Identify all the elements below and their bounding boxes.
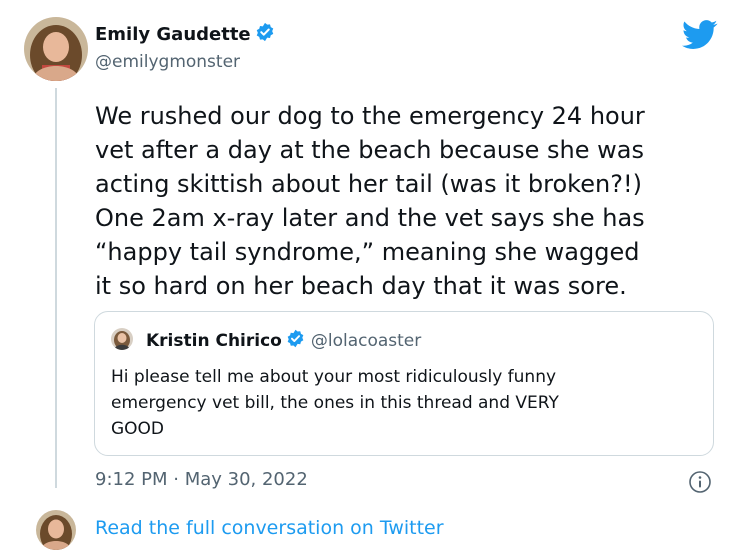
thread-line: [55, 88, 57, 488]
info-icon[interactable]: [688, 470, 712, 494]
quoted-tweet-header: Kristin Chirico @lolacoaster: [146, 329, 421, 352]
quoted-tweet-text: Hi please tell me about your most ridicu…: [111, 367, 559, 439]
read-conversation-link[interactable]: Read the full conversation on Twitter: [95, 517, 444, 539]
quoted-author-name: Kristin Chirico: [146, 330, 282, 351]
tweet-timestamp[interactable]: 9:12 PM · May 30, 2022: [95, 469, 308, 490]
quoted-author-handle: @lolacoaster: [310, 330, 422, 351]
author-handle[interactable]: @emilygmonster: [95, 52, 275, 72]
verified-badge-icon: [286, 329, 305, 352]
author-avatar[interactable]: [24, 17, 88, 81]
tweet-text: We rushed our dog to the emergency 24 ho…: [95, 102, 645, 300]
footer-avatar: [36, 510, 76, 550]
author-block: Emily Gaudette @emilygmonster: [95, 22, 275, 72]
quoted-tweet-card[interactable]: Kristin Chirico @lolacoaster Hi please t…: [94, 311, 714, 456]
twitter-bird-icon[interactable]: [682, 20, 718, 50]
author-name[interactable]: Emily Gaudette: [95, 24, 251, 45]
quoted-author-avatar: [111, 328, 133, 350]
verified-badge-icon: [255, 22, 275, 46]
